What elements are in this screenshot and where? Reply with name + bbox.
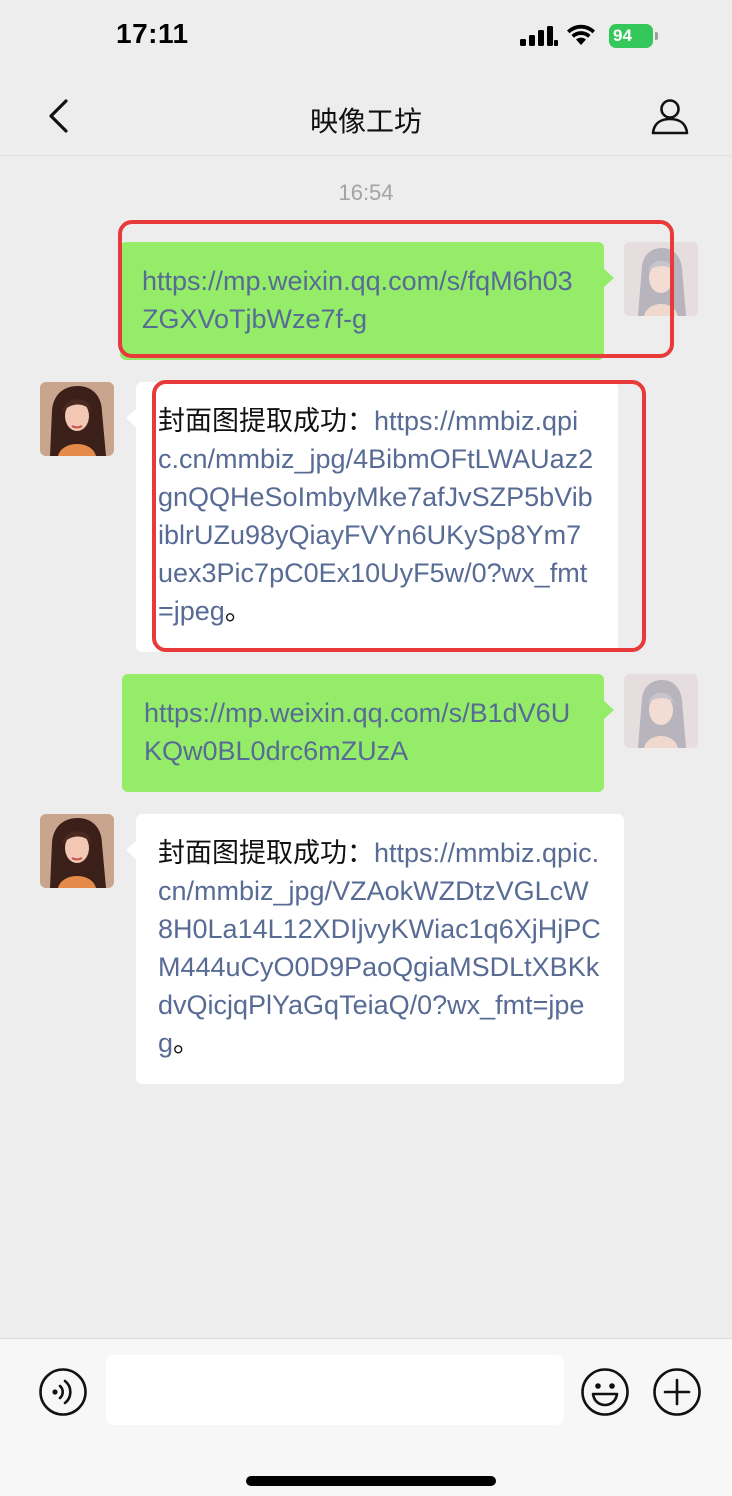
input-bar — [0, 1338, 732, 1496]
status-bar: 17:11 94 — [0, 0, 732, 70]
message-link[interactable]: https://mmbiz.qpic.cn/mmbiz_jpg/4BibmOFt… — [158, 406, 593, 626]
nav-bar: 映像工坊 — [0, 70, 732, 156]
received-message-bubble[interactable]: 封面图提取成功：https://mmbiz.qpic.cn/mmbiz_jpg/… — [126, 814, 624, 1084]
message-prefix: 封面图提取成功： — [158, 406, 374, 436]
avatar[interactable] — [40, 814, 114, 888]
wifi-icon — [567, 24, 595, 45]
signal-icon — [520, 26, 558, 46]
message-link[interactable]: https://mp.weixin.qq.com/s/B1dV6UKQw0BL0… — [144, 698, 570, 766]
sent-message-bubble[interactable]: https://mp.weixin.qq.com/s/B1dV6UKQw0BL0… — [122, 674, 614, 792]
avatar[interactable] — [624, 674, 698, 748]
received-message-bubble[interactable]: 封面图提取成功：https://mmbiz.qpic.cn/mmbiz_jpg/… — [126, 382, 618, 652]
add-icon[interactable] — [652, 1367, 702, 1417]
emoji-icon[interactable] — [580, 1367, 630, 1417]
message-input[interactable] — [106, 1355, 564, 1425]
message-suffix: 。 — [224, 596, 252, 626]
message-prefix: 封面图提取成功： — [158, 838, 374, 868]
message-link[interactable]: https://mmbiz.qpic.cn/mmbiz_jpg/VZAokWZD… — [158, 838, 601, 1058]
battery-icon: 94 — [609, 24, 658, 48]
home-indicator — [246, 1476, 496, 1486]
chat-title: 映像工坊 — [309, 106, 422, 137]
sent-message-bubble[interactable]: https://mp.weixin.qq.com/s/fqM6h03ZGXVoT… — [120, 242, 614, 360]
avatar[interactable] — [624, 242, 698, 316]
voice-icon[interactable] — [38, 1367, 88, 1417]
battery-level: 94 — [613, 26, 632, 45]
message-suffix: 。 — [173, 1028, 201, 1058]
status-time: 17:11 — [116, 18, 189, 49]
chat-timestamp: 16:54 — [338, 180, 394, 205]
profile-icon[interactable] — [650, 96, 690, 136]
message-link[interactable]: https://mp.weixin.qq.com/s/fqM6h03ZGXVoT… — [142, 266, 573, 334]
avatar[interactable] — [40, 382, 114, 456]
